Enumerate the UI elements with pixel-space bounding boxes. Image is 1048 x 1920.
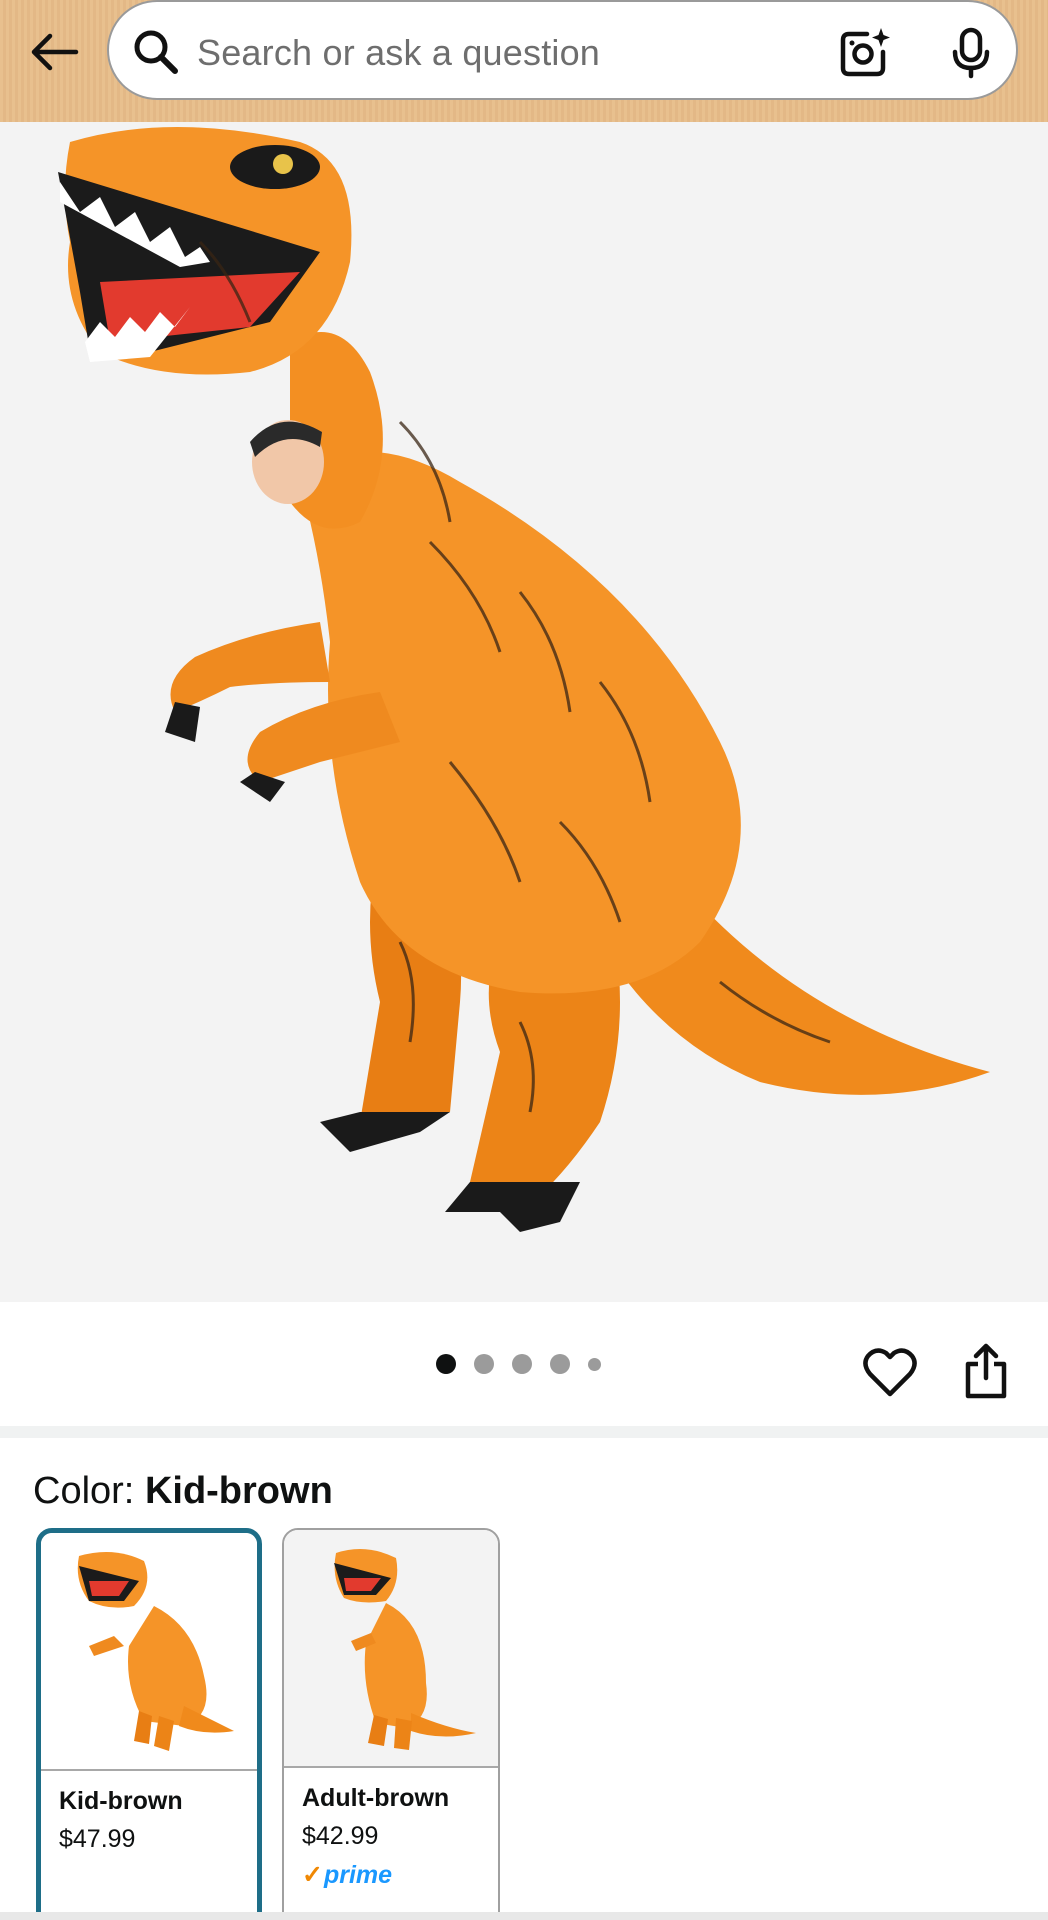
search-input[interactable]: Search or ask a question — [197, 32, 600, 74]
prime-label: prime — [323, 1861, 393, 1889]
product-image[interactable] — [0, 122, 1048, 1302]
pager-dot-5[interactable] — [588, 1357, 601, 1371]
camera-lens-icon[interactable] — [837, 26, 893, 80]
color-label-prefix: Color: — [33, 1470, 135, 1512]
swatch-thumbnail — [284, 1530, 498, 1766]
back-button[interactable] — [22, 20, 86, 84]
gallery-controls — [0, 1302, 1048, 1426]
image-pager[interactable] — [436, 1354, 601, 1374]
search-icon — [134, 30, 178, 74]
color-selector-label: Color: Kid-brown — [33, 1470, 333, 1513]
bottom-edge — [0, 1912, 1048, 1920]
option-name: Adult-brown — [302, 1784, 450, 1812]
swatch-thumbnail — [41, 1533, 257, 1769]
microphone-icon[interactable] — [947, 26, 995, 80]
option-price: $42.99 — [302, 1822, 379, 1850]
share-icon[interactable] — [962, 1342, 1010, 1400]
back-arrow-icon — [31, 33, 79, 71]
pager-dot-3[interactable] — [512, 1354, 532, 1374]
prime-check-icon: ✓ — [302, 1861, 323, 1889]
section-divider — [0, 1426, 1048, 1438]
adult-costume-thumbnail — [334, 1549, 476, 1750]
pager-dot-4[interactable] — [550, 1354, 570, 1374]
product-page: Search or ask a question Color: Kid-brow… — [0, 0, 1048, 1920]
color-selected-value: Kid-brown — [144, 1470, 333, 1512]
dinosaur-costume-photo — [58, 127, 990, 1232]
option-price: $47.99 — [59, 1825, 136, 1853]
pager-dot-1[interactable] — [436, 1354, 456, 1374]
color-option-kid-brown[interactable]: Kid-brown $47.99 — [36, 1528, 262, 1920]
pager-dot-2[interactable] — [474, 1354, 494, 1374]
color-option-adult-brown[interactable]: Adult-brown $42.99 ✓prime — [282, 1528, 500, 1920]
top-search-bar: Search or ask a question — [0, 0, 1048, 122]
swatch-divider — [41, 1769, 257, 1771]
swatch-divider — [284, 1766, 498, 1768]
kid-costume-thumbnail — [77, 1552, 234, 1751]
heart-icon[interactable] — [862, 1347, 918, 1399]
option-name: Kid-brown — [59, 1787, 183, 1815]
search-box[interactable]: Search or ask a question — [107, 0, 1018, 100]
prime-badge: ✓prime — [302, 1860, 392, 1890]
